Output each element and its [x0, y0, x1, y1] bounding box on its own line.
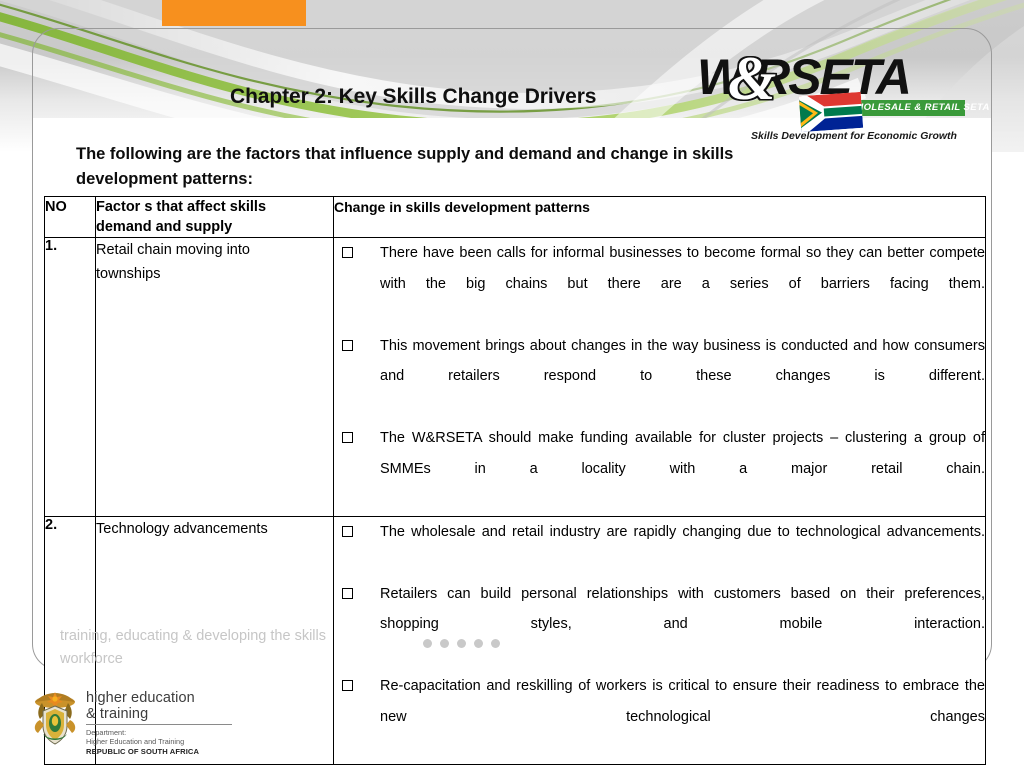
- dot-icon: [423, 639, 432, 648]
- row-factor-line1: Retail chain moving into: [96, 242, 250, 258]
- row-factor-line2: townships: [96, 266, 161, 282]
- dot-icon: [491, 639, 500, 648]
- dhet-line-1: higher education: [86, 690, 195, 706]
- table-header-row: NO Factor s that affect skills demand an…: [44, 196, 986, 238]
- list-item-text: This movement brings about changes in th…: [380, 337, 985, 385]
- dhet-department-label: Department:: [86, 728, 127, 737]
- slide-canvas: W RSETA & WHOLESALE & RETAIL SETA Skills…: [0, 0, 1024, 768]
- checkbox-bullet-icon: [342, 525, 353, 537]
- intro-line-2: development patterns:: [76, 170, 253, 188]
- checkbox-bullet-icon: [342, 247, 353, 258]
- row-number: 1.: [44, 237, 96, 517]
- dhet-line-2: & training: [86, 706, 149, 722]
- bullet-list: There have been calls for informal busin…: [334, 238, 985, 515]
- page-title: Chapter 2: Key Skills Change Drivers: [230, 85, 597, 108]
- south-africa-coat-of-arms-icon: [34, 692, 76, 745]
- wrseta-tagline: Skills Development for Economic Growth: [751, 130, 957, 142]
- table-row: 1. Retail chain moving into townships Th…: [44, 237, 986, 517]
- list-item-text: There have been calls for informal busin…: [380, 245, 985, 292]
- list-item: Retailers can build personal relationshi…: [334, 579, 985, 671]
- intro-paragraph: The following are the factors that influ…: [76, 142, 952, 192]
- list-item: The W&RSETA should make funding availabl…: [334, 423, 985, 515]
- dhet-logo-text: higher education & training Department: …: [86, 690, 246, 757]
- wrseta-logo: W RSETA & WHOLESALE & RETAIL SETA Skills…: [697, 48, 989, 142]
- list-item: There have been calls for informal busin…: [334, 238, 985, 330]
- list-item: The wholesale and retail industry are ra…: [334, 517, 985, 578]
- footer-dots: [423, 639, 500, 648]
- footer-tagline-line2: workforce: [60, 651, 123, 667]
- intro-line-1: The following are the factors that influ…: [76, 145, 734, 163]
- footer-tagline: training, educating & developing the ski…: [60, 625, 390, 671]
- row-factor-line1: Technology advancements: [96, 520, 268, 537]
- row-factor: Retail chain moving into townships: [95, 237, 334, 517]
- dhet-country-label: REPUBLIC OF SOUTH AFRICA: [86, 746, 200, 756]
- south-africa-flag-icon: [798, 91, 864, 133]
- dhet-divider: [86, 724, 232, 725]
- list-item: Re-capacitation and reskilling of worker…: [334, 671, 985, 763]
- list-item-text: The W&RSETA should make funding availabl…: [380, 430, 985, 477]
- dot-icon: [457, 639, 466, 648]
- column-header-factors-line1: Factor s that affect skills: [96, 199, 267, 215]
- wrseta-strip-label: WHOLESALE & RETAIL SETA: [847, 100, 989, 116]
- dhet-logo: higher education & training Department: …: [30, 690, 245, 756]
- orange-accent-block: [162, 0, 306, 26]
- wrseta-ampersand-icon: &: [728, 45, 777, 113]
- checkbox-bullet-icon: [342, 339, 353, 351]
- skills-drivers-table: NO Factor s that affect skills demand an…: [44, 196, 986, 765]
- column-header-factors-line2: demand and supply: [96, 219, 233, 235]
- row-changes: There have been calls for informal busin…: [333, 237, 986, 517]
- checkbox-bullet-icon: [342, 587, 353, 599]
- dot-icon: [474, 639, 483, 648]
- checkbox-bullet-icon: [342, 680, 353, 691]
- list-item: This movement brings about changes in th…: [334, 331, 985, 423]
- dhet-department-name: Higher Education and Training: [86, 737, 185, 747]
- dot-icon: [440, 639, 449, 648]
- footer-tagline-line1: training, educating & developing the ski…: [60, 628, 326, 644]
- column-header-no: NO: [44, 196, 96, 238]
- column-header-factors: Factor s that affect skills demand and s…: [95, 196, 334, 238]
- column-header-change: Change in skills development patterns: [333, 196, 986, 238]
- list-item-text: Re-capacitation and reskilling of worker…: [380, 678, 985, 725]
- list-item-text: Retailers can build personal relationshi…: [380, 585, 985, 633]
- list-item-text: The wholesale and retail industry are ra…: [380, 523, 985, 540]
- checkbox-bullet-icon: [342, 432, 353, 443]
